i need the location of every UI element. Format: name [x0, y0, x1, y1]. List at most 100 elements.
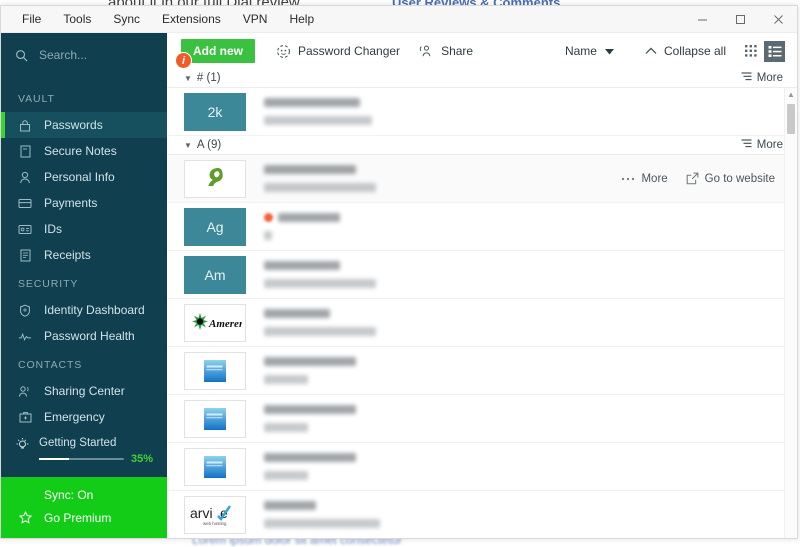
sidebar-item-personal-info[interactable]: Personal Info — [1, 164, 167, 190]
entry-thumbnail: arvi e web hosting — [184, 496, 246, 534]
group-title: A (9) — [197, 139, 221, 151]
main-content: Add new i Password Changer Share N — [167, 33, 797, 538]
minimize-icon[interactable] — [683, 6, 721, 32]
sidebar-item-label: Passwords — [44, 118, 103, 132]
maximize-icon[interactable] — [721, 6, 759, 32]
sidebar-section-vault-label: VAULT — [1, 83, 167, 112]
entry-site-redacted — [264, 165, 356, 174]
entry-site-redacted — [278, 213, 340, 222]
password-changer-icon — [276, 44, 291, 59]
external-link-icon — [686, 172, 699, 185]
entry-site-redacted — [264, 405, 356, 414]
menu-item-file[interactable]: File — [11, 8, 52, 30]
sidebar-item-secure-notes[interactable]: Secure Notes — [1, 138, 167, 164]
entry-thumbnail — [184, 448, 246, 486]
sync-status[interactable]: Sync: On — [1, 483, 167, 506]
table-row[interactable]: Ag — [167, 203, 797, 251]
sidebar-item-label: Password Health — [44, 329, 135, 343]
menu-item-sync[interactable]: Sync — [102, 8, 151, 30]
entry-fields — [264, 309, 376, 336]
table-row[interactable]: Am — [167, 251, 797, 299]
menu-item-help[interactable]: Help — [278, 8, 325, 30]
people-icon — [18, 385, 32, 398]
go-to-website-label: Go to website — [705, 173, 775, 185]
table-row[interactable]: arvi e web hosting — [167, 491, 797, 538]
entry-site-redacted — [264, 309, 330, 318]
table-row[interactable] — [167, 347, 797, 395]
svg-text:Ameren: Ameren — [208, 318, 242, 330]
getting-started-label: Getting Started — [39, 437, 153, 449]
table-row[interactable] — [167, 395, 797, 443]
share-icon — [418, 44, 434, 58]
view-toggle — [741, 41, 785, 62]
entry-site-redacted — [264, 453, 356, 462]
card-icon — [18, 198, 32, 209]
entry-thumbnail — [184, 400, 246, 438]
group-header-hash[interactable]: ▼ # (1) More — [167, 69, 797, 88]
go-to-website-button[interactable]: Go to website — [686, 172, 775, 185]
password-changer-button[interactable]: Password Changer — [267, 39, 409, 64]
group-more-button[interactable]: More — [741, 139, 783, 151]
collapse-all-label: Collapse all — [664, 44, 726, 58]
receipt-icon — [18, 249, 32, 262]
entry-login-redacted — [264, 183, 376, 192]
entry-thumbnail — [184, 160, 246, 198]
entry-login-redacted — [264, 279, 376, 288]
scroll-up-arrow-icon[interactable]: ▲ — [785, 88, 797, 101]
go-premium-button[interactable]: Go Premium — [1, 506, 167, 529]
sidebar-item-sharing-center[interactable]: Sharing Center — [1, 378, 167, 404]
sidebar-item-label: Secure Notes — [44, 144, 117, 158]
group-more-label: More — [757, 72, 783, 84]
menu-item-vpn[interactable]: VPN — [232, 8, 279, 30]
entry-fields — [264, 501, 380, 528]
row-actions: More Go to website — [621, 172, 797, 185]
vertical-scrollbar[interactable]: ▲ — [784, 88, 797, 538]
sidebar-section-security-label: SECURITY — [1, 268, 167, 297]
sidebar-search[interactable] — [1, 33, 167, 77]
sidebar-item-label: IDs — [44, 222, 62, 236]
sidebar-item-emergency[interactable]: Emergency — [1, 404, 167, 430]
table-row[interactable]: More Go to website — [167, 155, 797, 203]
sidebar-item-password-health[interactable]: Password Health — [1, 323, 167, 349]
entry-login-redacted — [264, 231, 272, 240]
sidebar-item-passwords[interactable]: Passwords — [1, 112, 167, 138]
row-more-label: More — [641, 173, 667, 185]
entry-list-scroller: 2k ▼ A (9) M — [167, 88, 797, 538]
table-row[interactable] — [167, 443, 797, 491]
caret-down-icon: ▼ — [184, 74, 192, 83]
sidebar-item-label: Payments — [44, 196, 97, 210]
entry-fields — [264, 98, 372, 125]
entry-login-redacted — [264, 519, 380, 528]
note-icon — [18, 145, 32, 158]
list-view-icon[interactable] — [764, 41, 785, 62]
collapse-all-button[interactable]: Collapse all — [636, 39, 735, 63]
lightbulb-icon — [15, 437, 30, 458]
getting-started-widget[interactable]: Getting Started 35% — [1, 437, 167, 477]
table-row[interactable]: 2k — [167, 88, 797, 136]
group-more-button[interactable]: More — [741, 72, 783, 84]
sidebar-item-payments[interactable]: Payments — [1, 190, 167, 216]
sidebar-item-identity-dashboard[interactable]: Identity Dashboard — [1, 297, 167, 323]
entry-login-redacted — [264, 116, 372, 125]
info-badge-icon[interactable]: i — [175, 52, 192, 69]
add-new-button[interactable]: Add new — [181, 39, 255, 63]
share-button[interactable]: Share — [409, 39, 482, 63]
scrollbar-thumb[interactable] — [787, 104, 795, 134]
entry-fields — [264, 165, 376, 192]
entry-site-redacted — [264, 501, 316, 510]
sidebar-item-receipts[interactable]: Receipts — [1, 242, 167, 268]
group-header-a[interactable]: ▼ A (9) More — [167, 136, 797, 155]
menu-item-tools[interactable]: Tools — [52, 8, 102, 30]
ellipsis-icon — [621, 177, 635, 181]
lock-icon — [18, 119, 32, 132]
close-icon[interactable] — [759, 6, 797, 32]
entry-fields — [264, 357, 356, 384]
sort-dropdown[interactable]: Name — [557, 39, 622, 63]
grid-view-icon[interactable] — [741, 41, 762, 62]
search-input[interactable] — [39, 48, 153, 62]
menu-item-extensions[interactable]: Extensions — [151, 8, 232, 30]
row-more-button[interactable]: More — [621, 173, 667, 185]
sidebar-item-ids[interactable]: IDs — [1, 216, 167, 242]
entry-thumbnail: Ag — [184, 208, 246, 246]
table-row[interactable]: Ameren — [167, 299, 797, 347]
